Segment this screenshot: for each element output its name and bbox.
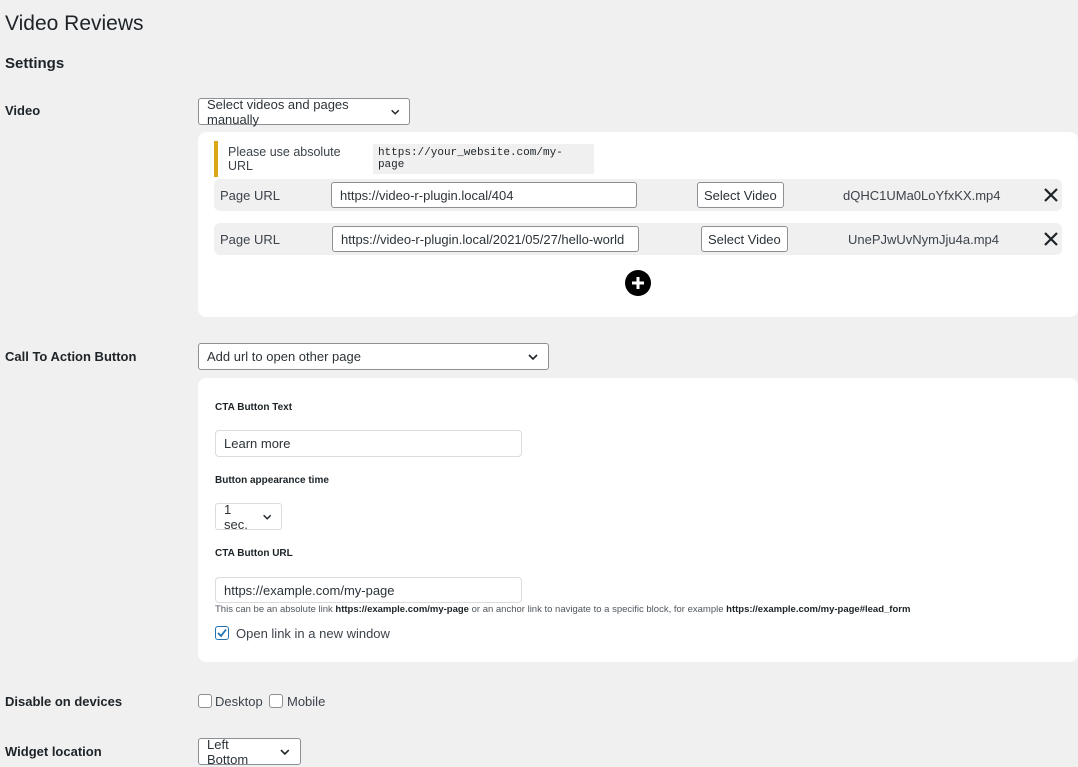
cta-url-help: This can be an absolute link https://exa…: [215, 604, 910, 615]
help-text: This can be an absolute link: [215, 604, 336, 615]
cta-label: Call To Action Button: [5, 349, 137, 364]
close-icon[interactable]: [1042, 186, 1060, 204]
widget-location-select[interactable]: Left Bottom: [198, 736, 301, 767]
video-file-name: dQHC1UMa0LoYfxKX.mp4: [843, 188, 1001, 203]
chevron-down-icon: [528, 353, 538, 360]
section-title: Settings: [5, 55, 65, 72]
desktop-label: Desktop: [215, 694, 263, 709]
new-window-checkbox[interactable]: [215, 626, 229, 640]
widget-location-value: Left Bottom: [207, 736, 249, 767]
page-url-input[interactable]: [332, 226, 639, 252]
mobile-label: Mobile: [287, 694, 326, 709]
url-notice: Please use absolute URL https://your_web…: [214, 141, 594, 177]
cta-text-input[interactable]: [215, 430, 522, 457]
page-title: Video Reviews: [5, 12, 144, 35]
appearance-time-value: 1 sec.: [224, 501, 248, 532]
mobile-checkbox[interactable]: [269, 694, 283, 708]
page-url-label: Page URL: [220, 188, 280, 203]
appearance-time-select[interactable]: 1 sec.: [215, 501, 282, 532]
widget-location-label: Widget location: [5, 744, 102, 759]
page-url-input[interactable]: [331, 182, 637, 208]
chevron-down-icon: [390, 109, 399, 115]
video-label: Video: [5, 103, 41, 118]
cta-url-input[interactable]: [215, 577, 522, 603]
notice-text: Please use absolute URL: [228, 145, 341, 173]
help-example-link: https://example.com/my-page: [335, 604, 469, 615]
cta-mode-value: Add url to open other page: [207, 349, 361, 364]
cta-url-label: CTA Button URL: [215, 548, 293, 559]
page-url-label: Page URL: [220, 232, 280, 247]
help-example-anchor: https://example.com/my-page#lead_form: [726, 604, 911, 615]
cta-text-label: CTA Button Text: [215, 402, 293, 413]
chevron-down-icon: [280, 748, 290, 755]
plus-circle-icon[interactable]: [625, 270, 651, 296]
select-video-button[interactable]: Select Video: [701, 226, 788, 252]
cta-mode-select[interactable]: Add url to open other page: [198, 343, 549, 370]
checkmark-icon: [217, 628, 227, 638]
video-file-name: UnePJwUvNymJju4a.mp4: [848, 232, 999, 247]
select-video-button[interactable]: Select Video: [697, 182, 784, 208]
close-icon[interactable]: [1042, 230, 1060, 248]
video-mode-select[interactable]: Select videos and pages manually: [198, 96, 410, 127]
help-text: or an anchor link to navigate to a speci…: [468, 604, 727, 615]
chevron-down-icon: [262, 514, 271, 520]
video-mode-value: Select videos and pages manually: [207, 96, 349, 127]
notice-code: https://your_website.com/my-page: [372, 144, 594, 174]
appearance-time-label: Button appearance time: [215, 475, 329, 486]
devices-label: Disable on devices: [5, 694, 123, 709]
cta-panel: [198, 378, 1078, 662]
desktop-checkbox[interactable]: [198, 694, 212, 708]
new-window-label: Open link in a new window: [236, 626, 390, 641]
